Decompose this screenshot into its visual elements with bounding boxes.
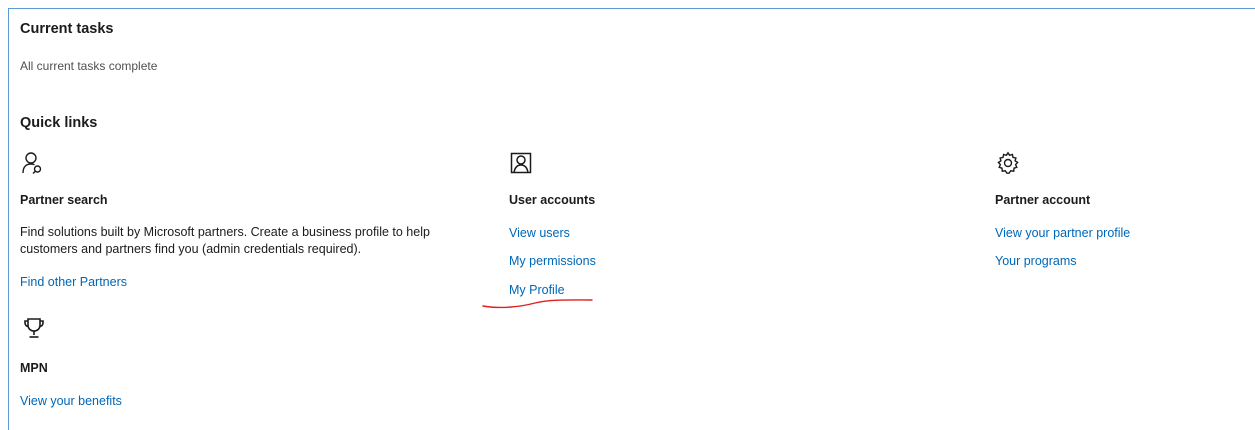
- red-underline-annotation: [482, 299, 593, 309]
- find-other-partners-link[interactable]: Find other Partners: [20, 275, 127, 289]
- current-tasks-heading: Current tasks: [20, 21, 114, 37]
- partner-account-title: Partner account: [995, 193, 1091, 207]
- person-search-icon: [20, 151, 44, 175]
- view-partner-profile-link[interactable]: View your partner profile: [995, 226, 1130, 240]
- partner-search-title: Partner search: [20, 193, 108, 207]
- your-programs-link[interactable]: Your programs: [995, 254, 1077, 268]
- gear-icon: [996, 151, 1020, 175]
- mpn-title: MPN: [20, 361, 48, 375]
- quick-links-heading: Quick links: [20, 115, 98, 131]
- current-tasks-status: All current tasks complete: [20, 59, 158, 73]
- partner-search-description: Find solutions built by Microsoft partne…: [20, 225, 430, 256]
- my-permissions-link[interactable]: My permissions: [509, 254, 596, 268]
- view-users-link[interactable]: View users: [509, 226, 570, 240]
- contact-card-icon: [509, 151, 533, 175]
- view-your-benefits-link[interactable]: View your benefits: [20, 394, 122, 408]
- trophy-icon: [22, 316, 46, 340]
- user-accounts-title: User accounts: [509, 193, 596, 207]
- content-frame: [8, 8, 1255, 430]
